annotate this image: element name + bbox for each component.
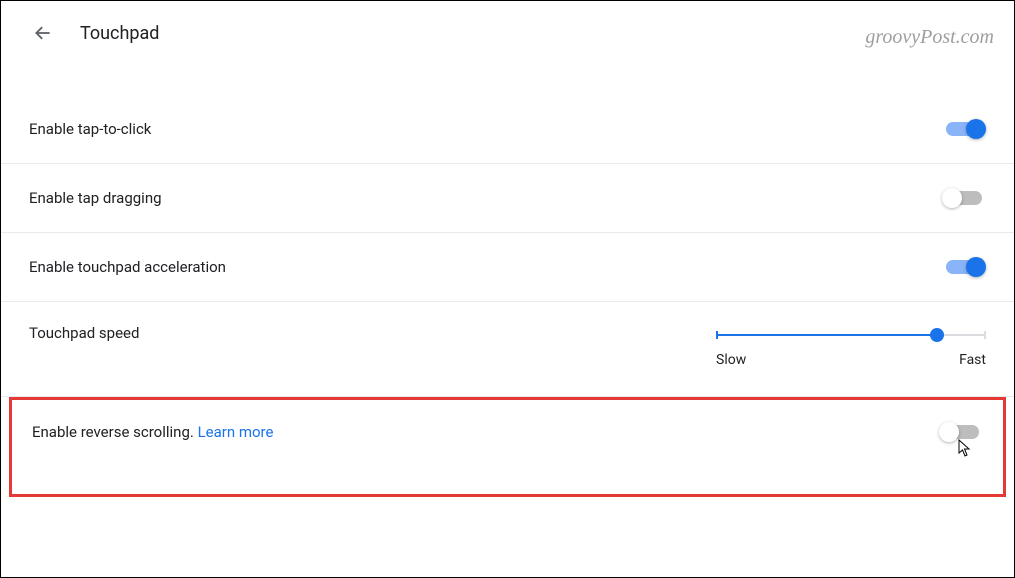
slider-max-label: Fast: [959, 352, 986, 368]
setting-touchpad-speed: Touchpad speed Slow Fast: [1, 302, 1014, 397]
toggle-tap-to-click[interactable]: [942, 117, 986, 141]
toggle-touchpad-acceleration[interactable]: [942, 255, 986, 279]
page-title: Touchpad: [80, 23, 159, 44]
setting-tap-dragging: Enable tap dragging: [1, 164, 1014, 233]
setting-tap-to-click: Enable tap-to-click: [1, 95, 1014, 164]
setting-label: Enable tap dragging: [29, 189, 162, 207]
slider-thumb[interactable]: [930, 328, 944, 342]
speed-slider[interactable]: Slow Fast: [716, 324, 986, 368]
settings-list: Enable tap-to-click Enable tap dragging …: [1, 95, 1014, 497]
header: Touchpad: [1, 1, 1014, 55]
slider-min-label: Slow: [716, 352, 746, 368]
setting-reverse-scrolling-highlighted: Enable reverse scrolling. Learn more: [9, 397, 1006, 497]
toggle-tap-dragging[interactable]: [942, 186, 986, 210]
setting-label: Enable touchpad acceleration: [29, 258, 226, 276]
setting-label: Enable reverse scrolling. Learn more: [32, 423, 273, 441]
toggle-reverse-scrolling[interactable]: [939, 420, 983, 444]
learn-more-link[interactable]: Learn more: [198, 423, 274, 441]
setting-label: Enable tap-to-click: [29, 120, 151, 138]
setting-label: Touchpad speed: [29, 324, 139, 342]
setting-touchpad-acceleration: Enable touchpad acceleration: [1, 233, 1014, 302]
watermark: groovyPost.com: [865, 26, 994, 49]
back-arrow-icon[interactable]: [31, 21, 55, 45]
